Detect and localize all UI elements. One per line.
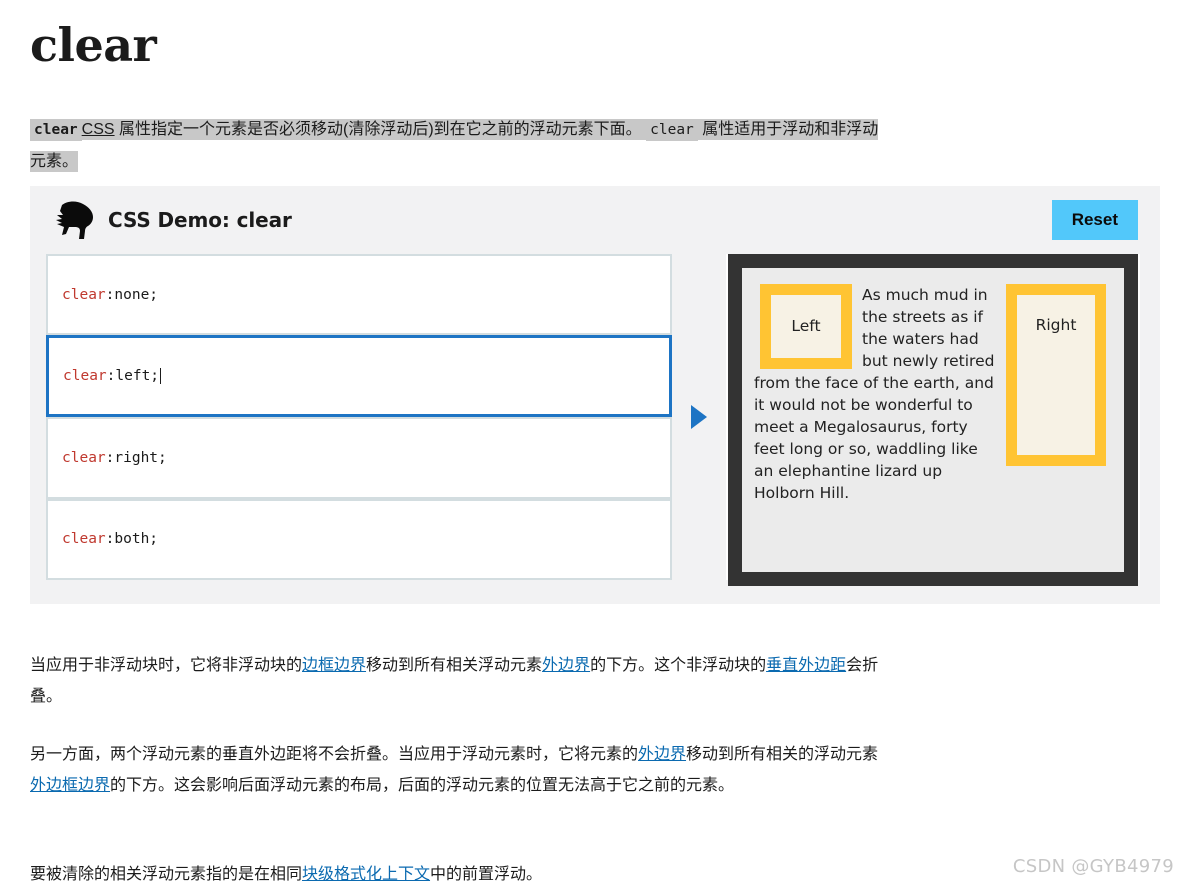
choice-value: left;: [115, 368, 159, 384]
text-run: 的下方。这个非浮动块的: [590, 657, 766, 674]
choice-clear-both[interactable]: clear: both;: [46, 499, 672, 580]
choice-value: none;: [114, 287, 158, 303]
css-choice-list: clear: none; clear: left; clear: right; …: [46, 254, 672, 580]
demo-title: CSS Demo: clear: [108, 208, 292, 232]
text-run: 要被清除的相关浮动元素指的是在相同: [30, 866, 302, 883]
choice-clear-left[interactable]: clear: left;: [46, 335, 672, 417]
text-run: 移动到所有相关浮动元素: [366, 657, 542, 674]
text-run: 另一方面，两个浮动元素的垂直外边距将不会折叠。当应用于浮动元素时，它将元素的: [30, 746, 638, 763]
play-arrow-icon: [691, 405, 707, 429]
body-paragraph-1: 当应用于非浮动块时，它将非浮动块的边框边界移动到所有相关浮动元素外边界的下方。这…: [30, 650, 888, 712]
link-outer-border-edge[interactable]: 外边框边界: [30, 777, 110, 794]
choice-property: clear: [63, 368, 107, 384]
link-bfc[interactable]: 块级格式化上下文: [302, 866, 430, 883]
mdn-dino-icon: [48, 200, 94, 240]
link-margin-edge[interactable]: 外边界: [542, 657, 590, 674]
intro-paragraph: clearCSS 属性指定一个元素是否必须移动(清除浮动后)到在它之前的浮动元素…: [30, 114, 892, 177]
text-run: 的下方。这会影响后面浮动元素的布局，后面的浮动元素的位置无法高于它之前的元素。: [110, 777, 734, 794]
choice-value: both;: [114, 531, 158, 547]
choice-property: clear: [62, 287, 106, 303]
preview-inner: Right Left As much mud in the streets as…: [742, 268, 1124, 572]
choice-clear-none[interactable]: clear: none;: [46, 254, 672, 335]
link-vertical-margin[interactable]: 垂直外边距: [766, 657, 846, 674]
choice-property: clear: [62, 450, 106, 466]
preview-wrapper: Right Left As much mud in the streets as…: [726, 254, 1140, 580]
text-run: 当应用于非浮动块时，它将非浮动块的: [30, 657, 302, 674]
link-margin-edge-2[interactable]: 外边界: [638, 746, 686, 763]
body-paragraph-2: 另一方面，两个浮动元素的垂直外边距将不会折叠。当应用于浮动元素时，它将元素的外边…: [30, 739, 888, 801]
reset-button[interactable]: Reset: [1052, 200, 1138, 240]
choice-clear-right[interactable]: clear: right;: [46, 417, 672, 498]
demo-body: clear: none; clear: left; clear: right; …: [30, 254, 1160, 604]
text-caret: [160, 368, 161, 384]
link-css[interactable]: CSS: [82, 121, 115, 138]
inline-code-clear: clear: [30, 119, 82, 141]
body-paragraph-3: 要被清除的相关浮动元素指的是在相同块级格式化上下文中的前置浮动。: [30, 859, 888, 890]
csdn-watermark: CSDN @GYB4979: [1013, 856, 1174, 877]
link-border-edge[interactable]: 边框边界: [302, 657, 366, 674]
float-box-right: Right: [1006, 284, 1106, 466]
arrow-column: [672, 254, 726, 580]
text-run: 中的前置浮动。: [430, 866, 542, 883]
page-title: clear: [30, 22, 156, 68]
choice-value: right;: [114, 450, 166, 466]
css-demo-panel: CSS Demo: clear Reset clear: none; clear…: [30, 186, 1160, 604]
choice-property: clear: [62, 531, 106, 547]
intro-text-part1: 属性指定一个元素是否必须移动(清除浮动后)到在它之前的浮动元素下面。: [115, 121, 647, 138]
text-run: 移动到所有相关的浮动元素: [686, 746, 878, 763]
inline-code-clear-2: clear: [646, 119, 698, 141]
preview-frame: Right Left As much mud in the streets as…: [728, 254, 1138, 586]
demo-header: CSS Demo: clear Reset: [30, 186, 1160, 254]
float-box-left: Left: [760, 284, 852, 369]
